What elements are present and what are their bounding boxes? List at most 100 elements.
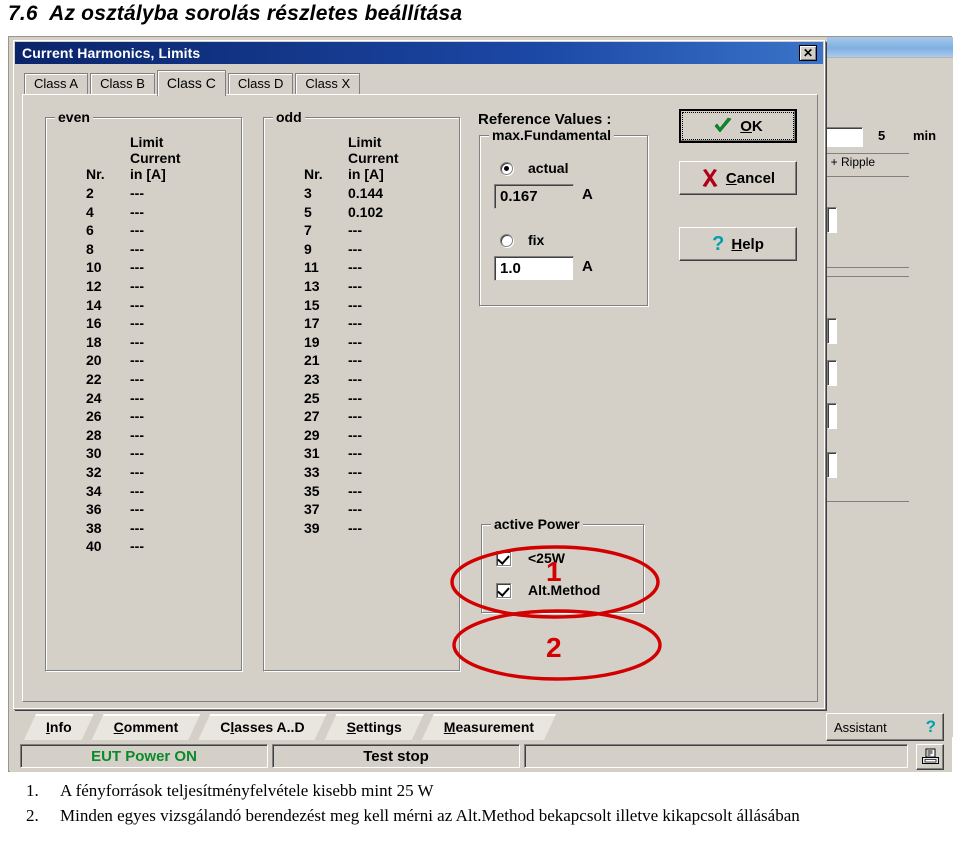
harmonic-number: 24 [86, 389, 102, 406]
table-row: 9 --- [286, 240, 444, 259]
harmonic-limit: --- [348, 482, 362, 499]
harmonic-limit: --- [348, 370, 362, 387]
table-row: 10 --- [68, 258, 226, 277]
radio-actual[interactable] [500, 162, 513, 175]
table-row: 29 --- [286, 426, 444, 445]
harmonic-limit: --- [130, 426, 144, 443]
harmonic-number: 37 [304, 501, 320, 518]
tab-class-a[interactable]: Class A [24, 73, 89, 95]
table-row: 20 --- [68, 351, 226, 370]
harmonic-limit: --- [348, 445, 362, 462]
tab-class-b[interactable]: Class B [90, 73, 155, 95]
harmonic-limit: --- [130, 463, 144, 480]
harmonic-limit: --- [348, 333, 362, 350]
question-icon: ? [925, 717, 936, 736]
harmonic-limit: 0.144 [348, 185, 384, 201]
table-row: 4 --- [68, 203, 226, 222]
harmonic-number: 16 [86, 315, 102, 332]
checkbox-25w[interactable] [496, 551, 511, 566]
bg-input-5[interactable] [827, 452, 837, 478]
harmonic-limit: --- [130, 501, 144, 518]
assistant-button[interactable]: Assistant ? [826, 713, 944, 741]
table-row: 30 --- [68, 444, 226, 463]
bottom-toolbar: Info Comment Classes A..D Settings Measu… [10, 713, 952, 772]
harmonic-limit: --- [348, 315, 362, 332]
tab-class-c[interactable]: Class C [156, 70, 226, 96]
bottom-tab-settings[interactable]: Settings [325, 714, 424, 740]
table-row: 33 --- [286, 463, 444, 482]
page-root: 7.6 Az osztályba sorolás részletes beáll… [0, 0, 960, 859]
harmonic-limit: --- [348, 296, 362, 313]
harmonic-number: 39 [304, 519, 320, 536]
actual-value-field[interactable]: 0.167 [494, 184, 574, 209]
harmonic-limit: --- [348, 519, 362, 536]
bg-input-2[interactable] [827, 318, 837, 344]
harmonic-number: 35 [304, 482, 320, 499]
class-tabs: Class A Class B Class C Class D Class X [24, 70, 362, 96]
radio-fix[interactable] [500, 234, 513, 247]
harmonic-limit: --- [130, 445, 144, 462]
harmonic-limit: --- [130, 538, 144, 555]
table-row: 17 --- [286, 314, 444, 333]
test-status[interactable]: Test stop [272, 744, 520, 768]
harmonic-number: 29 [304, 426, 320, 443]
bottom-tab-classes[interactable]: Classes A..D [198, 714, 326, 740]
table-row: 12 --- [68, 277, 226, 296]
eut-power-status[interactable]: EUT Power ON [20, 744, 268, 768]
table-row: 23 --- [286, 370, 444, 389]
harmonic-number: 22 [86, 370, 102, 387]
bottom-tab-info[interactable]: Info [24, 714, 94, 740]
harmonic-number: 12 [86, 277, 102, 294]
table-row: 15 --- [286, 296, 444, 315]
ok-button[interactable]: OK [679, 109, 797, 143]
table-row: 11 --- [286, 258, 444, 277]
table-row: 2 --- [68, 184, 226, 203]
harmonic-number: 11 [304, 259, 319, 276]
harmonic-limit: --- [348, 463, 362, 480]
table-row: 37 --- [286, 500, 444, 519]
checkbox-alt-method[interactable] [496, 583, 511, 598]
harmonic-limit: 0.102 [348, 203, 384, 220]
harmonic-number: 30 [86, 445, 102, 462]
tab-class-d[interactable]: Class D [227, 73, 294, 95]
table-row: 7 --- [286, 221, 444, 240]
harmonic-number: 14 [86, 296, 102, 313]
harmonic-limit: --- [130, 296, 144, 313]
caption-text-2: Minden egyes vizsgálandó berendezést meg… [60, 806, 800, 825]
bottom-tab-comment[interactable]: Comment [92, 714, 201, 740]
harmonic-number: 10 [86, 259, 102, 276]
odd-header-limit: Limit Current in [A] [348, 134, 399, 182]
bottom-tab-measurement[interactable]: Measurement [422, 714, 556, 740]
even-harmonics-group: even Nr. Limit Current in [A] 2 --- 4 --- 6 -… [45, 109, 243, 672]
cancel-button[interactable]: Cancel [679, 161, 797, 195]
application-screenshot: ✕ 5 min DC + Ripple Current Har [8, 36, 953, 772]
print-button[interactable] [916, 744, 944, 770]
dialog-close-button[interactable]: ✕ [799, 45, 817, 61]
page-title: 7.6 Az osztályba sorolás részletes beáll… [8, 2, 463, 25]
ok-button-label: OK [740, 117, 763, 135]
table-row: 19 --- [286, 333, 444, 352]
harmonic-limit: --- [348, 240, 362, 257]
table-row: 24 --- [68, 389, 226, 408]
bg-input-4[interactable] [827, 403, 837, 429]
fix-value-field[interactable]: 1.0 [494, 256, 574, 281]
help-button-label: Help [731, 235, 764, 253]
caption-list: 1. A fényforrások teljesítményfelvétele … [26, 778, 926, 828]
harmonic-limit: --- [130, 222, 144, 239]
help-button[interactable]: ? Help [679, 227, 797, 261]
harmonic-number: 23 [304, 370, 320, 387]
current-harmonics-limits-dialog: Current Harmonics, Limits ✕ Class A Clas… [13, 40, 825, 709]
harmonic-limit: --- [348, 277, 362, 294]
table-header-row: Nr. Limit Current in [A] [286, 134, 444, 184]
tab-class-x[interactable]: Class X [295, 73, 361, 95]
bg-input-1[interactable] [827, 207, 837, 233]
harmonic-number: 3 [304, 185, 312, 201]
table-row: 32 --- [68, 463, 226, 482]
bg-input-3[interactable] [827, 360, 837, 386]
table-row: 35 --- [286, 482, 444, 501]
table-row: 13 --- [286, 277, 444, 296]
printer-icon [921, 748, 939, 764]
harmonic-number: 32 [86, 463, 102, 480]
harmonic-number: 13 [304, 277, 320, 294]
check-icon [714, 117, 732, 133]
